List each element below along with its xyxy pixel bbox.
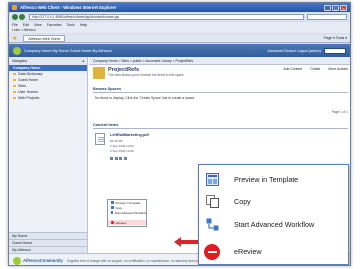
- breadcrumb[interactable]: Company Home > Sites > public > document…: [89, 57, 350, 65]
- title-bar: Alfresco Web Client - Windows Internet E…: [9, 3, 350, 12]
- actions-dropdown-zoomed: Preview in Template Copy Start Advanced …: [198, 164, 349, 265]
- menu-item-copy[interactable]: Copy: [199, 191, 348, 212]
- browser-window: Alfresco Web Client - Windows Internet E…: [8, 2, 351, 266]
- edit-icon[interactable]: [110, 157, 113, 160]
- menu-item-label: Start Advanced Workflow: [114, 210, 146, 215]
- alfresco-logo-icon: [13, 46, 21, 55]
- menu-item-ereview-small[interactable]: eReview: [108, 220, 146, 225]
- header-links[interactable]: Company Home My Home Guest Home My Alfre…: [24, 49, 112, 53]
- menu-item-label: Preview in Template: [115, 200, 141, 205]
- alfresco-header: Company Home My Home Guest Home My Alfre…: [9, 44, 350, 57]
- navigator-label: Navigator: [12, 59, 28, 63]
- content-items-title[interactable]: Content Items: [93, 122, 348, 129]
- menu-view[interactable]: View: [34, 23, 42, 27]
- footer-brand[interactable]: AlfrescoCommunity: [23, 258, 63, 263]
- workflow-icon: [111, 211, 113, 214]
- more-actions-button[interactable]: More Actions: [328, 67, 348, 81]
- menu-item-label: Start Advanced Workflow: [234, 220, 315, 229]
- ereview-icon: [204, 243, 220, 260]
- favorites-star-icon[interactable]: ★: [12, 35, 17, 42]
- sidebar-bottom-links: My Home Guest Home My Alfresco: [9, 232, 87, 253]
- checkout-icon[interactable]: [114, 157, 118, 160]
- copy-icon: [111, 206, 114, 209]
- menu-item-label: eReview: [234, 247, 262, 256]
- menu-tools[interactable]: Tools: [67, 23, 75, 27]
- menu-item-ereview[interactable]: eReview: [199, 241, 348, 262]
- folder-icon: [13, 72, 16, 75]
- menu-edit[interactable]: Edit: [23, 23, 29, 27]
- alfresco-community-logo-icon: [13, 256, 21, 265]
- minimize-button[interactable]: _: [324, 4, 331, 11]
- menu-item-preview-template[interactable]: Preview in Template: [199, 169, 348, 190]
- ie-icon: [12, 5, 17, 10]
- forward-icon[interactable]: [19, 14, 25, 20]
- sidebar-item-label: Data Dictionary: [18, 72, 43, 76]
- pointer-arrow-icon: [174, 237, 200, 247]
- tab-bar: ★ Alfresco Web Client Page ▾ Tools ▾: [9, 34, 350, 43]
- address-bar[interactable]: http://127.0.0.1:8080/alfresco/faces/jsp…: [29, 14, 304, 20]
- sidebar-link-my-alfresco[interactable]: My Alfresco: [9, 246, 87, 253]
- navigator-toggle-icon[interactable]: ◂: [82, 57, 84, 65]
- sidebar: Navigator ◂ Company Home Data Dictionary…: [9, 57, 88, 253]
- browse-spaces-title[interactable]: Browse Spaces: [93, 86, 348, 93]
- menu-favorites[interactable]: Favorites: [47, 23, 62, 27]
- menu-help[interactable]: Help: [80, 23, 87, 27]
- document-action-icons: [110, 157, 127, 160]
- menu-item-label: Preview in Template: [234, 175, 299, 184]
- folder-icon: [13, 84, 16, 87]
- sidebar-item-web-projects[interactable]: Web Projects: [9, 95, 87, 101]
- menu-item-label: eReview: [115, 220, 127, 225]
- actions-dropdown-small: Preview in Template Copy Start Advanced …: [107, 199, 147, 227]
- pager[interactable]: Page 1 of 1: [332, 110, 348, 114]
- sidebar-item-label: Guest Home: [18, 78, 39, 82]
- navigator-header: Navigator ◂: [9, 57, 87, 65]
- space-header: ProjectRefs The view allows you to brows…: [89, 65, 350, 83]
- page-tools-menu[interactable]: Page ▾ Tools ▾: [324, 36, 347, 40]
- document-created: 2 Sep 2009 12:00: [110, 144, 134, 148]
- browse-spaces-section: Browse Spaces No items to display. Click…: [93, 86, 348, 120]
- sidebar-item-label: Sites: [18, 84, 26, 88]
- alfresco-search-input[interactable]: [324, 47, 346, 54]
- sidebar-link-my-home[interactable]: My Home: [9, 232, 87, 239]
- folder-icon: [13, 90, 16, 93]
- workflow-icon: [206, 218, 219, 231]
- create-button[interactable]: Create: [310, 67, 320, 81]
- back-icon[interactable]: [12, 14, 18, 20]
- address-row: http://127.0.0.1:8080/alfresco/faces/jsp…: [9, 13, 350, 21]
- menu-item-label: Copy: [234, 197, 251, 206]
- browse-spaces-message: No items to display. Click the 'Create S…: [95, 96, 196, 100]
- menu-file[interactable]: File: [12, 23, 18, 27]
- links-bar[interactable]: Links » Alfresco: [9, 28, 350, 33]
- header-right: Advanced Search Logout (admin): [267, 47, 346, 54]
- copy-icon: [206, 195, 219, 208]
- window-title: Alfresco Web Client - Windows Internet E…: [20, 5, 117, 10]
- page-subtitle: The view allows you to browse the items …: [108, 73, 184, 77]
- document-size: 92.48 KB: [110, 139, 123, 143]
- folder-icon: [13, 96, 16, 99]
- close-button[interactable]: ×: [340, 4, 347, 11]
- sidebar-link-guest-home[interactable]: Guest Home: [9, 239, 87, 246]
- space-actions: Add Content Create More Actions: [283, 67, 348, 81]
- header-right-links[interactable]: Advanced Search Logout (admin): [267, 49, 321, 53]
- pdf-document-icon[interactable]: [95, 133, 105, 145]
- menu-item-label: Copy: [115, 205, 123, 210]
- sidebar-item-label: Web Projects: [18, 96, 40, 100]
- document-name[interactable]: LeftRailMarketing.pdf: [110, 133, 149, 137]
- add-content-button[interactable]: Add Content: [283, 67, 302, 81]
- menu-item-start-advanced-workflow[interactable]: Start Advanced Workflow: [199, 214, 348, 235]
- tab-alfresco[interactable]: Alfresco Web Client: [23, 34, 65, 42]
- ereview-icon: [111, 221, 114, 224]
- document-modified: 2 Sep 2009 12:00: [110, 149, 134, 153]
- list-item: LeftRailMarketing.pdf 92.48 KB 2 Sep 200…: [95, 133, 185, 173]
- sidebar-item-label: User Homes: [18, 90, 38, 94]
- details-icon[interactable]: [119, 157, 122, 160]
- preview-template-icon: [111, 201, 114, 204]
- maximize-button[interactable]: □: [332, 4, 339, 11]
- space-folder-icon: [93, 67, 105, 79]
- search-input[interactable]: [307, 14, 347, 20]
- more-icon[interactable]: [123, 157, 127, 160]
- preview-template-icon: [206, 173, 219, 186]
- folder-icon: [13, 78, 16, 81]
